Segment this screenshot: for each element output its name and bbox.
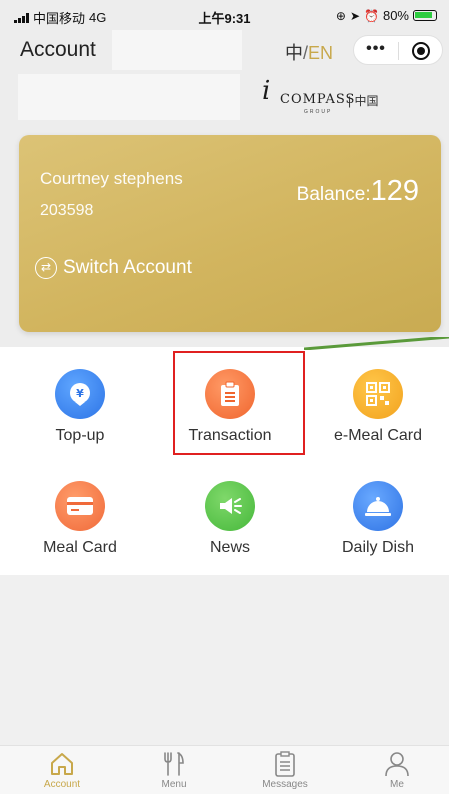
menu-item-emeal-card[interactable]: e-Meal Card — [303, 369, 449, 445]
card-area: Courtney stephens 203598 Balance:129 ⇄ S… — [0, 132, 449, 347]
logo-word: COMPASS — [280, 92, 356, 107]
logo-cn: | 中国 — [348, 94, 379, 108]
logo-mark: i — [262, 76, 271, 106]
person-icon — [385, 752, 409, 777]
balance-label: Balance: — [296, 184, 371, 205]
account-number: 203598 — [40, 202, 94, 219]
account-name: Courtney stephens — [40, 169, 183, 188]
account-card: Courtney stephens 203598 Balance:129 ⇄ S… — [19, 135, 441, 332]
menu-label: Top-up — [55, 427, 105, 444]
redacted-area — [18, 74, 240, 120]
balance-value: 129 — [370, 175, 419, 207]
menu-item-topup[interactable]: ¥ Top-up — [5, 369, 155, 445]
nav-header: Account 中/EN ••• — [0, 30, 449, 70]
switch-icon: ⇄ — [35, 257, 57, 279]
alarm-icon: ⏰ — [364, 8, 379, 23]
tab-menu[interactable]: Menu — [134, 750, 214, 790]
menu-item-news[interactable]: News — [155, 481, 305, 557]
tab-label: Me — [390, 779, 404, 790]
balance: Balance:129 — [297, 175, 419, 208]
tab-messages[interactable]: Messages — [245, 750, 325, 790]
redacted-area — [112, 30, 242, 70]
language-switch[interactable]: 中/EN — [285, 39, 333, 65]
tab-me[interactable]: Me — [357, 750, 437, 790]
close-target-icon[interactable] — [412, 42, 430, 60]
tab-label: Menu — [161, 779, 187, 790]
menu-label: Meal Card — [43, 539, 117, 556]
svg-text:¥: ¥ — [76, 387, 84, 400]
megaphone-icon — [205, 481, 255, 531]
qr-code-icon — [353, 369, 403, 419]
battery-percent: 80% — [382, 8, 409, 23]
cloche-icon — [353, 481, 403, 531]
content-empty-area — [0, 575, 449, 745]
card-icon — [55, 481, 105, 531]
menu-label: e-Meal Card — [333, 427, 423, 444]
tab-label: Account — [43, 779, 81, 790]
tab-account[interactable]: Account — [22, 750, 102, 790]
miniprogram-capsule: ••• — [353, 35, 443, 65]
location-icon: ➤ — [349, 8, 361, 23]
lock-rotation-icon: ⊕ — [335, 8, 346, 23]
tab-label: Messages — [262, 779, 308, 790]
capsule-divider — [398, 42, 399, 60]
menu-item-daily-dish[interactable]: Daily Dish — [303, 481, 449, 557]
logo-row: i COMPASS GROUP | 中国 — [0, 70, 449, 132]
yuan-shield-icon: ¥ — [55, 369, 105, 419]
highlight-box — [173, 351, 305, 455]
logo-group: GROUP — [304, 109, 333, 115]
fork-knife-icon — [164, 752, 184, 776]
status-right: ⊕ ➤ ⏰ 80% — [336, 8, 437, 23]
battery-icon — [413, 10, 437, 21]
tab-bar: Account Menu Messages Me — [0, 745, 449, 794]
pointer-line — [304, 337, 449, 350]
clipboard-list-icon — [275, 751, 295, 777]
more-icon[interactable]: ••• — [354, 40, 398, 58]
menu-grid: ¥ Top-up Transaction e-Meal Card Meal Ca… — [0, 337, 449, 575]
page-title: Account — [20, 38, 96, 61]
switch-account-label: Switch Account — [63, 257, 192, 278]
menu-label: Daily Dish — [341, 539, 414, 556]
switch-account-button[interactable]: ⇄ Switch Account — [35, 257, 192, 279]
status-bar: 中国移动 4G 上午9:31 ⊕ ➤ ⏰ 80% — [0, 0, 449, 30]
lang-en-option[interactable]: EN — [308, 43, 333, 63]
menu-item-meal-card[interactable]: Meal Card — [5, 481, 155, 557]
menu-label: News — [209, 539, 250, 556]
home-icon — [51, 753, 73, 775]
lang-zh-option[interactable]: 中 — [285, 43, 303, 63]
